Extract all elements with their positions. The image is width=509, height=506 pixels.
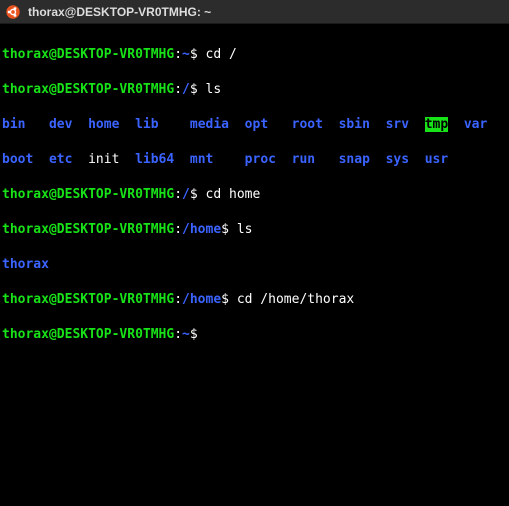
dir-entry: opt — [245, 117, 268, 132]
dir-entry: lib — [135, 117, 158, 132]
dir-entry: srv — [386, 117, 409, 132]
command-text: ls — [237, 222, 253, 237]
title-bar: thorax@DESKTOP-VR0TMHG: ~ — [0, 0, 509, 24]
terminal-body[interactable]: thorax@DESKTOP-VR0TMHG:~$ cd / thorax@DE… — [0, 24, 509, 365]
dir-entry: etc — [49, 152, 72, 167]
command-text: cd / — [206, 47, 237, 62]
dir-entry: thorax — [2, 257, 49, 272]
ls-output-row: bin dev home lib media opt root sbin srv… — [2, 116, 507, 134]
dir-entry: dev — [49, 117, 72, 132]
dir-entry: media — [190, 117, 229, 132]
dir-entry: run — [292, 152, 315, 167]
command-text: ls — [206, 82, 222, 97]
dir-entry: snap — [339, 152, 370, 167]
prompt-line-active[interactable]: thorax@DESKTOP-VR0TMHG:~$ — [2, 326, 507, 344]
dir-entry: bin — [2, 117, 25, 132]
dir-entry: mnt — [190, 152, 213, 167]
command-text: cd home — [206, 187, 261, 202]
ubuntu-logo-icon — [6, 5, 20, 19]
window-title: thorax@DESKTOP-VR0TMHG: ~ — [28, 5, 211, 19]
dir-entry: usr — [425, 152, 448, 167]
dir-entry: sys — [386, 152, 409, 167]
ls-output-row: thorax — [2, 256, 507, 274]
prompt-line: thorax@DESKTOP-VR0TMHG:/$ cd home — [2, 186, 507, 204]
dir-entry: root — [292, 117, 323, 132]
prompt-line: thorax@DESKTOP-VR0TMHG:~$ cd / — [2, 46, 507, 64]
prompt-user: thorax — [2, 47, 49, 62]
dir-entry: var — [464, 117, 487, 132]
command-text: cd /home/thorax — [237, 292, 354, 307]
dir-entry: proc — [245, 152, 276, 167]
dir-entry: lib64 — [135, 152, 174, 167]
prompt-line: thorax@DESKTOP-VR0TMHG:/$ ls — [2, 81, 507, 99]
prompt-line: thorax@DESKTOP-VR0TMHG:/home$ cd /home/t… — [2, 291, 507, 309]
prompt-line: thorax@DESKTOP-VR0TMHG:/home$ ls — [2, 221, 507, 239]
dir-entry: boot — [2, 152, 33, 167]
ls-output-row: boot etc init lib64 mnt proc run snap sy… — [2, 151, 507, 169]
dir-entry: sbin — [339, 117, 370, 132]
prompt-host: DESKTOP-VR0TMHG — [57, 47, 174, 62]
file-entry: init — [88, 152, 119, 167]
prompt-path: ~ — [182, 47, 190, 62]
dir-entry: home — [88, 117, 119, 132]
dir-entry-sticky: tmp — [425, 117, 448, 132]
